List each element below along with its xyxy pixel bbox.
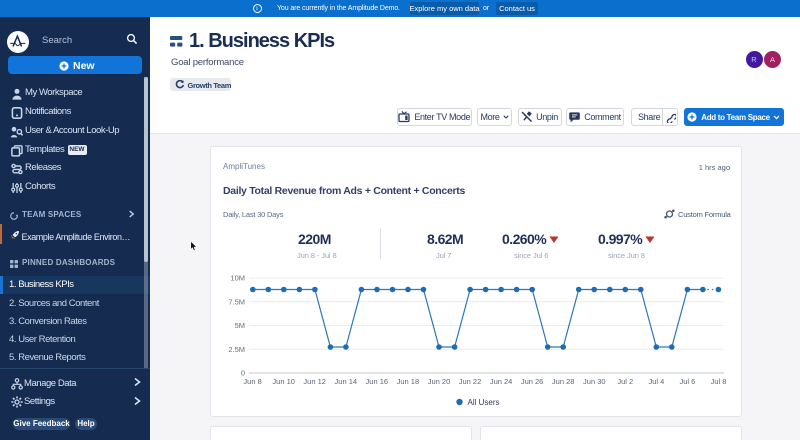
svg-text:Jun 14: Jun 14 [335,377,358,386]
svg-text:Jun 30: Jun 30 [583,377,606,386]
svg-text:Jul 6: Jul 6 [679,377,695,386]
svg-text:2.5M: 2.5M [228,345,245,354]
svg-text:All Users: All Users [468,398,500,407]
svg-text:10M: 10M [230,274,245,283]
svg-text:Jun 8: Jun 8 [243,377,261,386]
svg-text:Jun 24: Jun 24 [490,377,513,386]
svg-text:Jun 10: Jun 10 [272,377,295,386]
svg-text:7.5M: 7.5M [228,297,245,306]
svg-text:Jul 8: Jul 8 [711,377,727,386]
svg-text:Jul 4: Jul 4 [648,377,664,386]
svg-text:5M: 5M [235,321,245,330]
svg-text:Jul 2: Jul 2 [617,377,633,386]
svg-text:Jun 26: Jun 26 [521,377,544,386]
svg-text:Jun 18: Jun 18 [397,377,420,386]
svg-text:Jun 20: Jun 20 [428,377,451,386]
svg-text:Jun 12: Jun 12 [303,377,326,386]
svg-text:Jun 28: Jun 28 [552,377,575,386]
svg-text:Jun 16: Jun 16 [366,377,389,386]
svg-text:Jun 22: Jun 22 [459,377,482,386]
